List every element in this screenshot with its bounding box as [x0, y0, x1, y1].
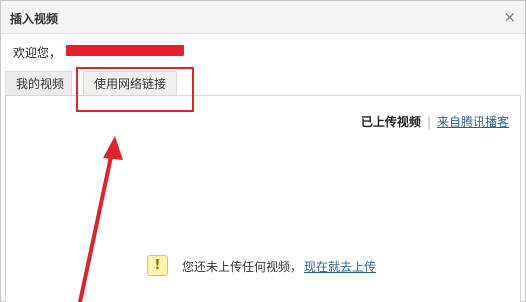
link-separator: | [426, 115, 431, 129]
tab-my-videos[interactable]: 我的视频 [5, 71, 72, 96]
welcome-text: 欢迎您， [13, 46, 62, 60]
source-links: 已上传视频 | 来自腾讯播客 [361, 113, 509, 130]
close-icon[interactable]: × [503, 8, 516, 26]
dialog-title: 插入视频 [10, 12, 59, 26]
redacted-username [66, 45, 184, 56]
annotation-highlight-box [76, 67, 194, 112]
insert-video-dialog: 插入视频 × 欢迎您， 我的视频 使用网络链接 已上传视频 | 来自腾讯播客 ! 您… [0, 0, 526, 302]
dialog-titlebar: 插入视频 × [1, 1, 525, 34]
empty-notice-text: 您还未上传任何视频， [182, 260, 303, 274]
uploaded-videos-link[interactable]: 已上传视频 [361, 115, 421, 129]
tencent-podcast-link[interactable]: 来自腾讯播客 [437, 115, 509, 129]
warning-icon: ! [147, 255, 168, 276]
upload-now-link[interactable]: 现在就去上传 [304, 258, 376, 275]
